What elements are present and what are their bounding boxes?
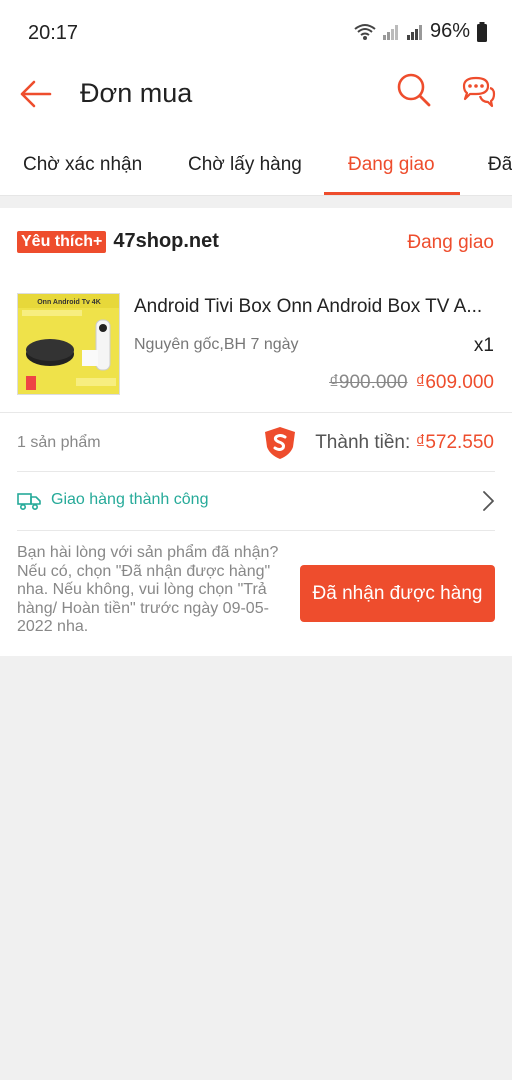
total-value: ₫572.550 [415,432,494,453]
signal-icon-2 [406,24,422,40]
shop-header[interactable]: Yêu thích+ 47shop.net [17,230,219,253]
wifi-icon [354,23,376,40]
status-icons: 96% [354,20,488,43]
price-row: ₫900.000 ₫609.000 [329,372,494,394]
battery-icon [477,21,487,42]
product-name[interactable]: Android Tivi Box Onn Android Box TV A... [134,296,494,318]
divider [0,412,512,413]
shop-name[interactable]: 47shop.net [113,230,219,253]
total-label: Thành tiền: [315,432,411,453]
chevron-right-icon [483,491,494,511]
thumb-caption: Onn Android Tv 4K [37,299,101,306]
product-variation: Nguyên gốc,BH 7 ngày [134,336,299,353]
divider [17,471,495,472]
confirmation-note: Bạn hài lòng với sản phẩm đã nhận? Nếu c… [17,544,279,635]
tab-delivered[interactable]: Đã [488,154,512,176]
order-tabs: Chờ xác nhận Chờ lấy hàng Đang giao Đã [0,132,512,196]
original-price: ₫900.000 [329,372,408,393]
chat-icon[interactable] [458,72,498,112]
product-thumbnail[interactable]: Onn Android Tv 4K [17,293,120,395]
item-count: 1 sản phẩm [17,434,101,451]
order-received-button[interactable]: Đã nhận được hàng [300,565,495,622]
order-card[interactable]: Yêu thích+ 47shop.net Đang giao Onn Andr… [0,208,512,656]
divider [17,530,495,531]
tab-pending-pickup[interactable]: Chờ lấy hàng [188,154,302,176]
battery-percentage: 96% [429,20,470,42]
shipping-status-row[interactable]: Giao hàng thành công [17,488,495,518]
status-bar: 20:17 96% [0,0,512,62]
search-icon[interactable] [394,70,434,110]
tab-pending-confirmation[interactable]: Chờ xác nhận [23,154,142,176]
product-image-icon: Onn Android Tv 4K [18,294,119,394]
active-tab-indicator [324,192,460,195]
page-title: Đơn mua [80,78,193,108]
status-time: 20:17 [28,22,79,44]
signal-icon [382,24,398,40]
app-header: Đơn mua [0,62,512,132]
sale-price: ₫609.000 [415,372,494,393]
favorite-plus-badge: Yêu thích+ [17,230,107,253]
product-quantity: x1 [473,335,494,356]
truck-icon [17,493,41,511]
order-status: Đang giao [407,232,494,253]
top-area: 20:17 96% Đơn mua Chờ xác nhận Chờ lấy h… [0,0,512,196]
shipping-status-text: Giao hàng thành công [51,491,209,508]
arrow-left-icon[interactable] [16,74,56,114]
tab-shipping[interactable]: Đang giao [348,154,435,176]
shopee-guarantee-icon [265,427,295,459]
order-total: Thành tiền: ₫572.550 [315,432,494,454]
